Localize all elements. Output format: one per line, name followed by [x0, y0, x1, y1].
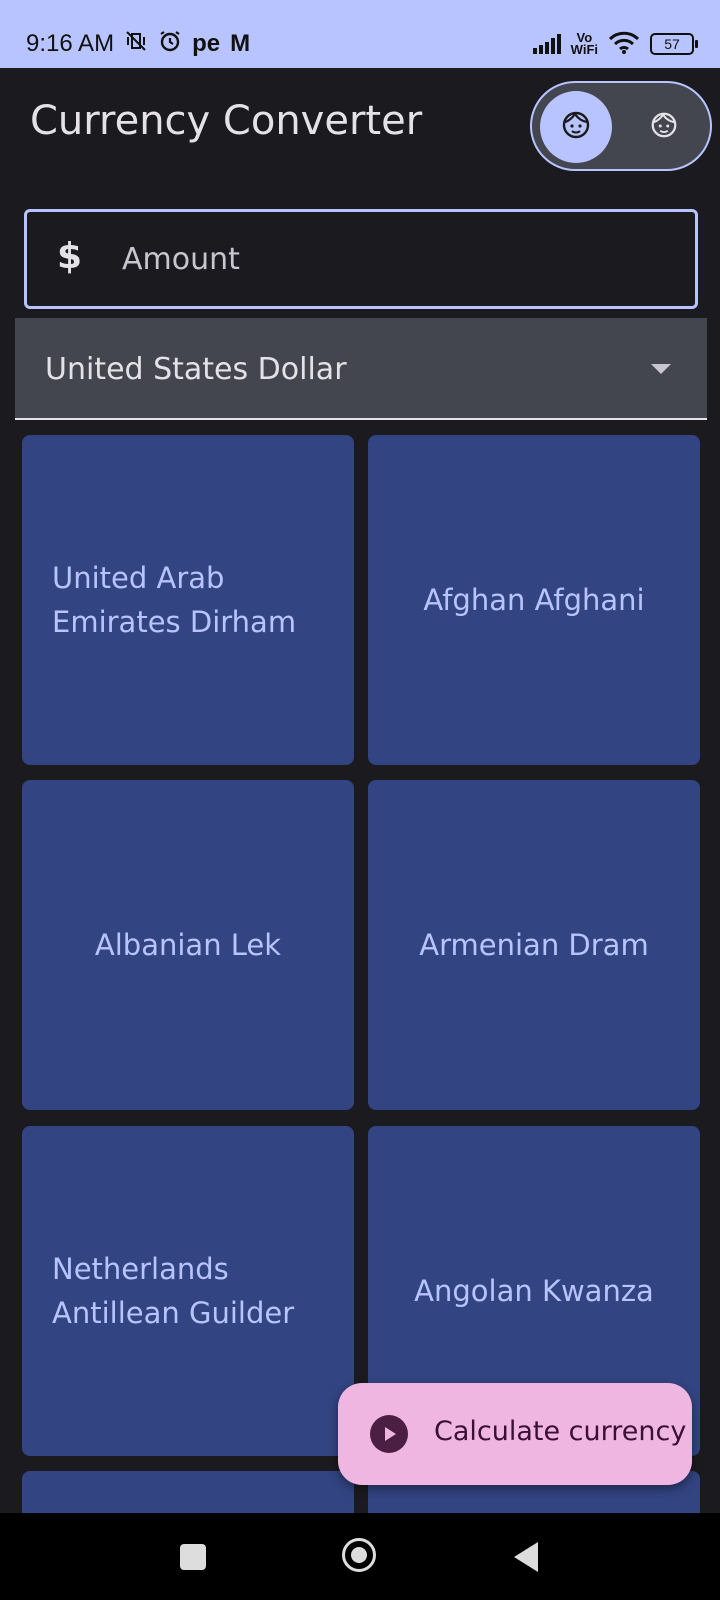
face-icon [560, 109, 592, 145]
theme-toggle-alt[interactable] [636, 99, 692, 155]
currency-card-label: Netherlands Antillean Guilder [52, 1252, 295, 1330]
base-currency-select[interactable]: United States Dollar [15, 318, 707, 420]
battery-icon: 57 [650, 33, 698, 55]
currency-card-partial[interactable] [22, 1471, 354, 1513]
back-icon[interactable] [514, 1542, 538, 1572]
home-icon[interactable] [342, 1538, 376, 1572]
currency-card-label: Angolan Kwanza [414, 1274, 654, 1308]
mute-vibrate-icon [124, 29, 148, 60]
alarm-icon [158, 29, 182, 60]
status-right: Vo WiFi 57 [532, 0, 698, 88]
page-title: Currency Converter [30, 98, 423, 144]
calculate-currency-button[interactable]: Calculate currency [338, 1383, 692, 1485]
theme-toggle-knob[interactable] [540, 91, 612, 163]
currency-card-label: Armenian Dram [419, 928, 649, 962]
currency-card-label: Albanian Lek [94, 928, 282, 962]
amount-placeholder: Amount [122, 242, 240, 277]
signal-icon [532, 34, 561, 54]
selected-currency: United States Dollar [45, 352, 347, 387]
face-icon [649, 110, 679, 144]
calculate-currency-label: Calculate currency [434, 1416, 687, 1447]
status-left: 9:16 AM pe M [26, 0, 250, 88]
recents-icon[interactable] [180, 1544, 206, 1570]
amount-field[interactable]: $ Amount [24, 209, 698, 309]
currency-card-label: Afghan Afghani [423, 583, 645, 617]
status-bar: 9:16 AM pe M Vo WiFi 57 [0, 0, 720, 68]
play-icon [370, 1415, 408, 1453]
currency-card[interactable]: Netherlands Antillean Guilder [22, 1126, 354, 1456]
currency-card[interactable]: Armenian Dram [368, 780, 700, 1110]
pe-indicator: pe [192, 30, 221, 57]
m-indicator: M [230, 30, 251, 57]
wifi-icon [608, 30, 640, 58]
vowifi-indicator: Vo WiFi [570, 31, 598, 57]
currency-card[interactable]: United Arab Emirates Dirham [22, 435, 354, 765]
vowifi-bottom: WiFi [570, 42, 598, 57]
battery-level: 57 [664, 36, 680, 52]
status-time: 9:16 AM [26, 30, 115, 57]
theme-toggle[interactable] [530, 81, 712, 171]
dropdown-arrow-icon [651, 364, 671, 374]
currency-card[interactable]: Afghan Afghani [368, 435, 700, 765]
currency-card-label: United Arab Emirates Dirham [52, 561, 297, 639]
dollar-icon: $ [57, 236, 83, 277]
currency-card[interactable]: Albanian Lek [22, 780, 354, 1110]
